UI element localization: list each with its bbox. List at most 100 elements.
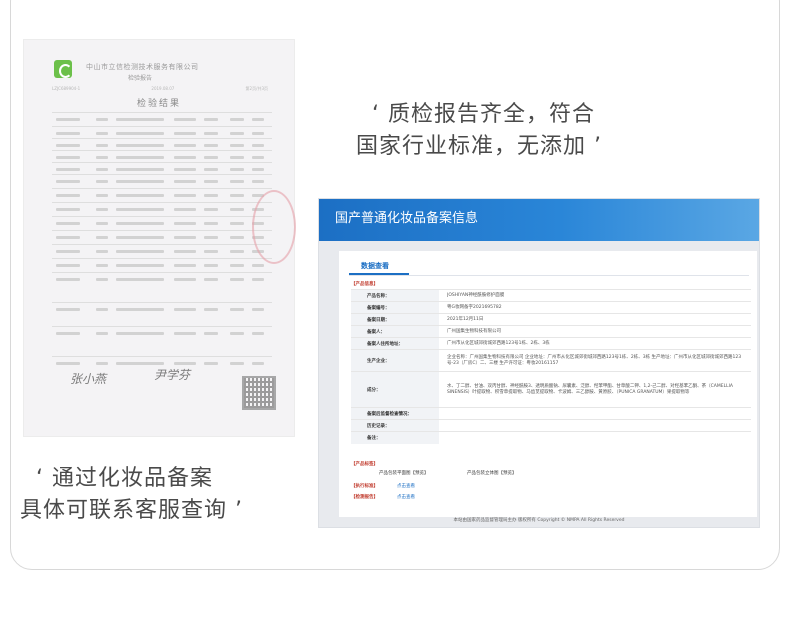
report-cell (204, 194, 218, 197)
report-cell (116, 332, 164, 335)
report-cell (230, 156, 244, 159)
report-cell (204, 144, 218, 147)
report-cell (96, 208, 108, 211)
field-row: 备注： (351, 431, 751, 444)
report-cell (116, 236, 164, 239)
report-cell (174, 278, 196, 281)
report-cell (56, 144, 80, 147)
section-test-report: 【检测报告】 (351, 495, 378, 500)
report-cell (56, 362, 80, 365)
report-cell (56, 250, 80, 253)
report-cell (56, 278, 80, 281)
report-row (52, 326, 272, 339)
report-cell (204, 264, 218, 267)
report-row (52, 216, 272, 229)
registration-panel: 数据查看 【产品信息】 产品名称： JOSHIYAN神经酰胺修护面膜 备案编号： 粤G… (339, 251, 757, 517)
report-cell (56, 156, 80, 159)
report-cell (230, 194, 244, 197)
report-view-link[interactable]: 点击查看 (397, 495, 415, 500)
report-cell (174, 236, 196, 239)
report-cell (116, 168, 164, 171)
report-meta: LZJC689904-1 2019.08.07 第2页/共3页 (52, 86, 268, 92)
report-cell (174, 264, 196, 267)
report-cell (56, 180, 80, 183)
report-cell (174, 156, 196, 159)
report-cell (252, 168, 264, 171)
report-cell (116, 308, 164, 311)
report-cell (174, 194, 196, 197)
field-value (447, 432, 747, 444)
report-cell (96, 194, 108, 197)
report-cell (96, 236, 108, 239)
report-cell (204, 250, 218, 253)
report-cell (96, 156, 108, 159)
tab-data-view[interactable]: 数据查看 (361, 261, 389, 271)
field-key: 备注： (351, 432, 439, 444)
caption-filing-line2: 具体可联系客服查询 ’ (20, 498, 243, 523)
report-cell (96, 118, 108, 121)
report-cell (174, 208, 196, 211)
report-cell (56, 308, 80, 311)
report-cell (252, 332, 264, 335)
report-cell (96, 180, 108, 183)
report-cell (230, 250, 244, 253)
report-cell (56, 236, 80, 239)
report-cell (96, 308, 108, 311)
report-date: 2019.08.07 (151, 86, 175, 91)
report-cell (174, 308, 196, 311)
report-cell (230, 278, 244, 281)
report-cell (230, 222, 244, 225)
field-row: 生产企业： 企业名称：广州国集生物科技有限公司 企业地址：广州市从化区城郊街城郊西… (351, 349, 751, 372)
report-cell (56, 118, 80, 121)
report-cell (56, 332, 80, 335)
report-cell (116, 144, 164, 147)
field-value: 水、丁二醇、甘油、双丙甘醇、神经酰胺3、透明质酸钠、尿囊素、泛醇、羟苯甲酯、甘草… (447, 384, 734, 395)
report-row (52, 272, 272, 285)
report-cell (96, 264, 108, 267)
report-org-name: 中山市立信检测技术服务有限公司 (86, 63, 199, 71)
report-cell (96, 222, 108, 225)
report-cell (116, 278, 164, 281)
report-cell (230, 118, 244, 121)
report-cell (116, 250, 164, 253)
report-row (52, 230, 272, 243)
section-product-label: 【产品标签】 (351, 462, 378, 467)
report-cell (116, 118, 164, 121)
report-cell (116, 156, 164, 159)
label-side-link[interactable]: 产品包装立体图【预览】 (467, 470, 517, 476)
report-cell (252, 180, 264, 183)
report-number: LZJC689904-1 (52, 86, 81, 91)
report-cell (204, 278, 218, 281)
report-cell (230, 144, 244, 147)
field-key: 成分： (351, 372, 439, 408)
report-page: 第2页/共3页 (245, 86, 268, 91)
report-cell (96, 278, 108, 281)
label-front-link[interactable]: 产品包装平面图【预览】 (379, 470, 429, 476)
report-cell (230, 168, 244, 171)
red-stamp-icon (252, 190, 296, 264)
report-cell (116, 362, 164, 365)
report-cell (252, 132, 264, 135)
qr-code-icon (242, 376, 276, 410)
report-cell (230, 362, 244, 365)
standard-view-link[interactable]: 点击查看 (397, 484, 415, 489)
report-cell (56, 132, 80, 135)
registration-window: 国产普通化妆品备案信息 数据查看 【产品信息】 产品名称： JOSHIYAN神经酰… (318, 198, 760, 528)
report-cell (204, 308, 218, 311)
report-cell (204, 168, 218, 171)
report-cell (96, 250, 108, 253)
report-cell (56, 194, 80, 197)
report-cell (174, 132, 196, 135)
report-cell (204, 236, 218, 239)
report-cell (174, 362, 196, 365)
report-cell (230, 180, 244, 183)
report-cell (252, 278, 264, 281)
report-cell (174, 250, 196, 253)
lab-logo-icon (54, 60, 72, 78)
report-row (52, 258, 272, 271)
report-cell (230, 236, 244, 239)
report-signature-2: 尹学芬 (154, 368, 191, 382)
report-cell (116, 208, 164, 211)
report-cell (96, 144, 108, 147)
report-cell (56, 264, 80, 267)
